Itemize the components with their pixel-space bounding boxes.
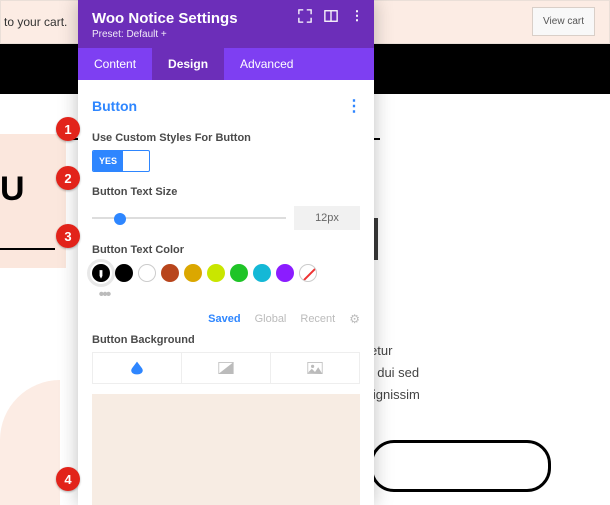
palette-recent[interactable]: Recent xyxy=(300,313,335,325)
more-icon[interactable]: ⋮ xyxy=(350,9,364,23)
more-swatches-icon[interactable]: ••• xyxy=(92,286,116,304)
columns-icon[interactable] xyxy=(324,9,338,23)
callout-marker-3: 3 xyxy=(56,224,80,248)
decor-blob xyxy=(0,380,60,505)
bg-tab-gradient[interactable] xyxy=(181,353,270,383)
swatch[interactable] xyxy=(276,264,294,282)
swatch[interactable] xyxy=(138,264,156,282)
notice-text: to your cart. xyxy=(4,15,67,29)
bg-type-tabs xyxy=(92,352,360,384)
swatch-none[interactable] xyxy=(299,264,317,282)
body-line: etur xyxy=(370,340,420,362)
gear-icon[interactable]: ⚙ xyxy=(349,312,360,326)
body-copy: etur : dui sed lignissim xyxy=(370,340,420,406)
panel-preset[interactable]: Preset: Default + xyxy=(92,29,360,48)
text-size-slider[interactable] xyxy=(92,211,286,225)
accordion-button[interactable]: Button ⋮ xyxy=(92,92,360,126)
swatch[interactable] xyxy=(207,264,225,282)
expand-icon[interactable] xyxy=(298,9,312,23)
bg-tab-color[interactable] xyxy=(93,353,181,383)
custom-styles-label: Use Custom Styles For Button xyxy=(92,132,360,144)
bg-preview[interactable] xyxy=(92,394,360,505)
swatch[interactable] xyxy=(115,264,133,282)
text-color-swatches xyxy=(92,264,360,282)
text-size-label: Button Text Size xyxy=(92,186,360,198)
text-color-label: Button Text Color xyxy=(92,244,360,256)
cta-button[interactable] xyxy=(370,440,551,492)
button-bg-label: Button Background xyxy=(92,334,360,346)
swatch[interactable] xyxy=(253,264,271,282)
body-line: lignissim xyxy=(370,384,420,406)
callout-marker-1: 1 xyxy=(56,117,80,141)
bg-tab-image[interactable] xyxy=(270,353,359,383)
toggle-value: YES xyxy=(93,151,123,171)
settings-panel: Woo Notice Settings Preset: Default + ⋮ … xyxy=(78,0,374,505)
callout-marker-4: 4 xyxy=(56,467,80,491)
swatch[interactable] xyxy=(184,264,202,282)
toggle-knob xyxy=(126,154,146,168)
panel-tabs: Content Design Advanced xyxy=(78,48,374,80)
tab-content[interactable]: Content xyxy=(78,48,152,80)
eyedropper-icon[interactable] xyxy=(92,264,110,282)
swatch[interactable] xyxy=(230,264,248,282)
text-size-value[interactable]: 12px xyxy=(294,206,360,230)
divider xyxy=(0,248,55,250)
swatch[interactable] xyxy=(161,264,179,282)
callout-marker-2: 2 xyxy=(56,166,80,190)
palette-global[interactable]: Global xyxy=(255,313,287,325)
custom-styles-toggle[interactable]: YES xyxy=(92,150,150,172)
palette-saved[interactable]: Saved xyxy=(208,313,240,325)
body-line: : dui sed xyxy=(370,362,420,384)
tab-design[interactable]: Design xyxy=(152,48,224,80)
accordion-label: Button xyxy=(92,98,137,114)
panel-header: Woo Notice Settings Preset: Default + ⋮ xyxy=(78,0,374,48)
view-cart-button[interactable]: View cart xyxy=(532,7,595,36)
tab-advanced[interactable]: Advanced xyxy=(224,48,309,80)
more-icon[interactable]: ⋮ xyxy=(346,96,360,116)
